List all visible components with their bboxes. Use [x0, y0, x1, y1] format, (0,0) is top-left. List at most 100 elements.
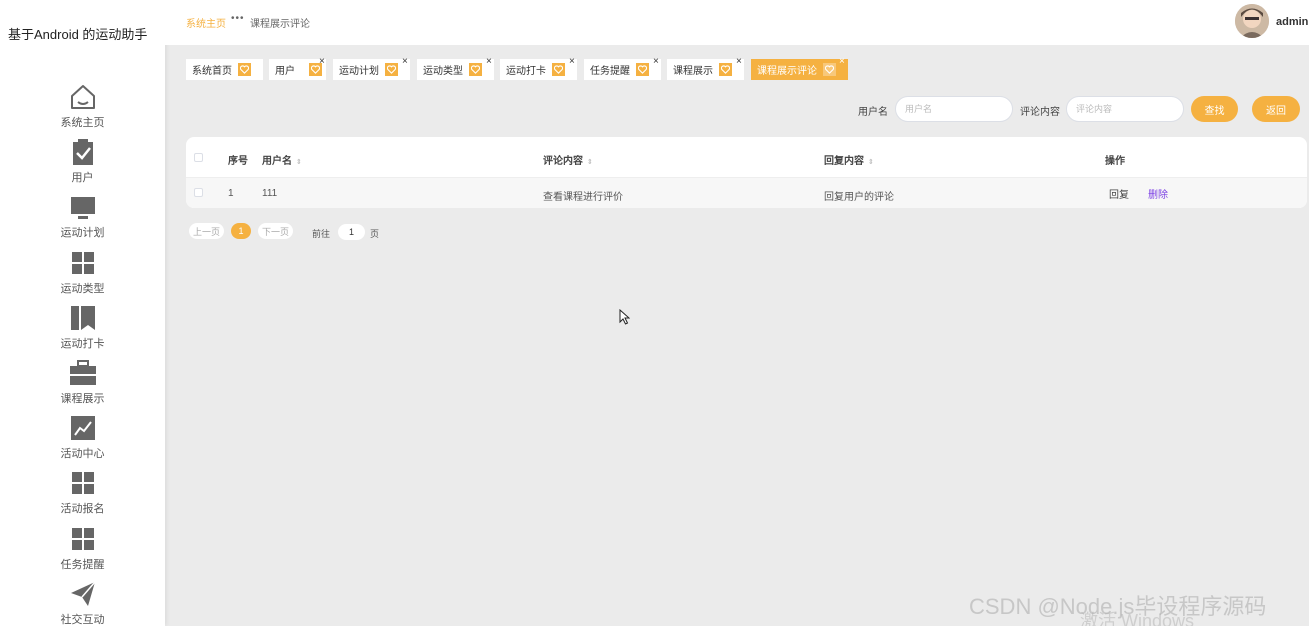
cell-username: 111: [262, 188, 278, 199]
username-search-input[interactable]: [895, 96, 1013, 122]
tab-exercise-plan[interactable]: 运动计划 ×: [333, 57, 410, 80]
table-row[interactable]: 1 111 查看课程进行评价 回复用户的评论 回复 删除: [186, 178, 1307, 208]
sidebar-menu: 系统主页 用户 运动计划 运动类型 运动打卡 课程展示 活动中心 活动报名 任务…: [0, 82, 165, 626]
sidebar: 基于Android 的运动助手 系统主页 用户 运动计划 运动类型 运动打卡 课…: [0, 0, 165, 626]
tab-exercise-checkin[interactable]: 运动打卡 ×: [500, 57, 577, 80]
tab-system-home[interactable]: 系统首页: [186, 59, 263, 80]
sidebar-item-exercise-checkin[interactable]: 运动打卡: [0, 303, 165, 358]
paper-plane-icon: [68, 579, 98, 609]
tab-task-reminder[interactable]: 任务提醒 ×: [584, 57, 661, 80]
sidebar-item-label: 社交互动: [60, 613, 105, 626]
sidebar-item-label: 任务提醒: [60, 558, 105, 571]
mouse-cursor-icon: [619, 308, 631, 330]
column-header-label: 用户名: [262, 156, 292, 167]
column-header-username[interactable]: 用户名 ⇕: [262, 152, 302, 167]
sidebar-item-task-reminder[interactable]: 任务提醒: [0, 524, 165, 579]
select-all-checkbox[interactable]: [194, 153, 203, 162]
sidebar-item-label: 活动中心: [60, 448, 105, 461]
cell-comment: 查看课程进行评价: [543, 192, 623, 203]
tab-course-comment[interactable]: 课程展示评论 ×: [751, 57, 848, 80]
heart-badge-icon: [385, 63, 398, 76]
heart-badge-icon: [719, 63, 732, 76]
sidebar-item-label: 用户: [71, 172, 94, 185]
csdn-watermark: CSDN @Node.js毕设程序源码: [969, 594, 1267, 619]
home-icon: [68, 82, 98, 112]
tab-label: 运动类型: [423, 66, 463, 77]
sort-icon[interactable]: ⇕: [587, 159, 593, 166]
heart-badge-icon: [469, 63, 482, 76]
tab-label: 运动打卡: [506, 66, 546, 77]
row-checkbox[interactable]: [194, 188, 203, 197]
breadcrumb-separator: •••: [231, 13, 245, 24]
book-icon: [68, 303, 98, 333]
search-button[interactable]: 查找: [1191, 96, 1238, 122]
tab-label: 运动计划: [339, 66, 379, 77]
reply-button[interactable]: 回复: [1109, 186, 1129, 201]
sidebar-item-label: 运动打卡: [60, 337, 105, 350]
breadcrumb-current: 课程展示评论: [250, 19, 310, 30]
grid-icon: [68, 468, 98, 498]
tab-close-icon[interactable]: ×: [402, 57, 408, 67]
heart-badge-icon: [238, 63, 251, 76]
comment-label: 评论内容: [1020, 107, 1060, 118]
sidebar-item-label: 运动计划: [60, 227, 105, 240]
cell-reply: 回复用户的评论: [824, 192, 894, 203]
tab-user[interactable]: 用户 ×: [269, 57, 326, 80]
sort-icon[interactable]: ⇕: [296, 159, 302, 166]
tab-close-icon[interactable]: ×: [319, 57, 325, 67]
tab-label: 课程展示: [673, 66, 713, 77]
clipboard-check-icon: [68, 137, 98, 167]
breadcrumb-home[interactable]: 系统主页: [186, 15, 226, 30]
page-1-button[interactable]: 1: [231, 223, 251, 239]
goto-page-input[interactable]: [338, 224, 365, 240]
sidebar-item-label: 课程展示: [60, 392, 105, 405]
next-page-button[interactable]: 下一页: [258, 223, 293, 239]
goto-label: 前往: [312, 229, 331, 239]
tab-close-icon[interactable]: ×: [569, 57, 575, 67]
sidebar-item-user[interactable]: 用户: [0, 137, 165, 192]
heart-badge-icon: [823, 63, 836, 76]
comment-search-input[interactable]: [1066, 96, 1184, 122]
tab-label: 课程展示评论: [757, 66, 817, 77]
sidebar-item-label: 系统主页: [60, 117, 105, 129]
app-title: 基于Android 的运动助手: [8, 27, 148, 42]
sidebar-item-home[interactable]: 系统主页: [0, 82, 165, 137]
column-header-index: 序号: [228, 156, 248, 167]
sidebar-item-label: 活动报名: [60, 503, 105, 516]
avatar[interactable]: [1235, 4, 1269, 38]
sidebar-item-label: 运动类型: [60, 282, 105, 295]
sidebar-item-course-display[interactable]: 课程展示: [0, 358, 165, 413]
heart-badge-icon: [552, 63, 565, 76]
tab-close-icon[interactable]: ×: [653, 57, 659, 67]
delete-button[interactable]: 删除: [1148, 186, 1168, 201]
top-bar: 系统主页 ••• 课程展示评论 admin: [165, 0, 1309, 45]
column-header-comment[interactable]: 评论内容 ⇕: [543, 152, 593, 167]
back-button[interactable]: 返回: [1252, 96, 1300, 122]
prev-page-button[interactable]: 上一页: [189, 223, 224, 239]
column-header-actions: 操作: [1105, 156, 1125, 167]
sidebar-item-activity-center[interactable]: 活动中心: [0, 413, 165, 468]
tab-label: 任务提醒: [590, 66, 630, 77]
sidebar-item-social[interactable]: 社交互动: [0, 579, 165, 626]
tab-label: 系统首页: [192, 66, 232, 77]
tab-close-icon[interactable]: ×: [486, 57, 492, 67]
sidebar-item-activity-signup[interactable]: 活动报名: [0, 468, 165, 523]
sidebar-item-exercise-plan[interactable]: 运动计划: [0, 192, 165, 247]
column-header-label: 回复内容: [824, 156, 864, 167]
sort-icon[interactable]: ⇕: [868, 159, 874, 166]
sidebar-item-exercise-type[interactable]: 运动类型: [0, 248, 165, 303]
username-label: 用户名: [858, 107, 888, 118]
tab-label: 用户: [275, 66, 295, 77]
username[interactable]: admin: [1276, 16, 1308, 28]
tab-course-display[interactable]: 课程展示 ×: [667, 57, 744, 80]
tab-exercise-type[interactable]: 运动类型 ×: [417, 57, 494, 80]
tab-close-icon[interactable]: ×: [736, 57, 742, 67]
table-header: 序号 用户名 ⇕ 评论内容 ⇕ 回复内容 ⇕ 操作: [186, 137, 1307, 178]
briefcase-icon: [68, 358, 98, 388]
tab-close-icon[interactable]: ×: [839, 57, 845, 67]
heart-badge-icon: [636, 63, 649, 76]
grid-icon: [68, 248, 98, 278]
cell-index: 1: [228, 188, 234, 199]
comment-table: 序号 用户名 ⇕ 评论内容 ⇕ 回复内容 ⇕ 操作 1 111 查看课程进行评价 回复…: [186, 137, 1307, 208]
column-header-reply[interactable]: 回复内容 ⇕: [824, 152, 874, 167]
